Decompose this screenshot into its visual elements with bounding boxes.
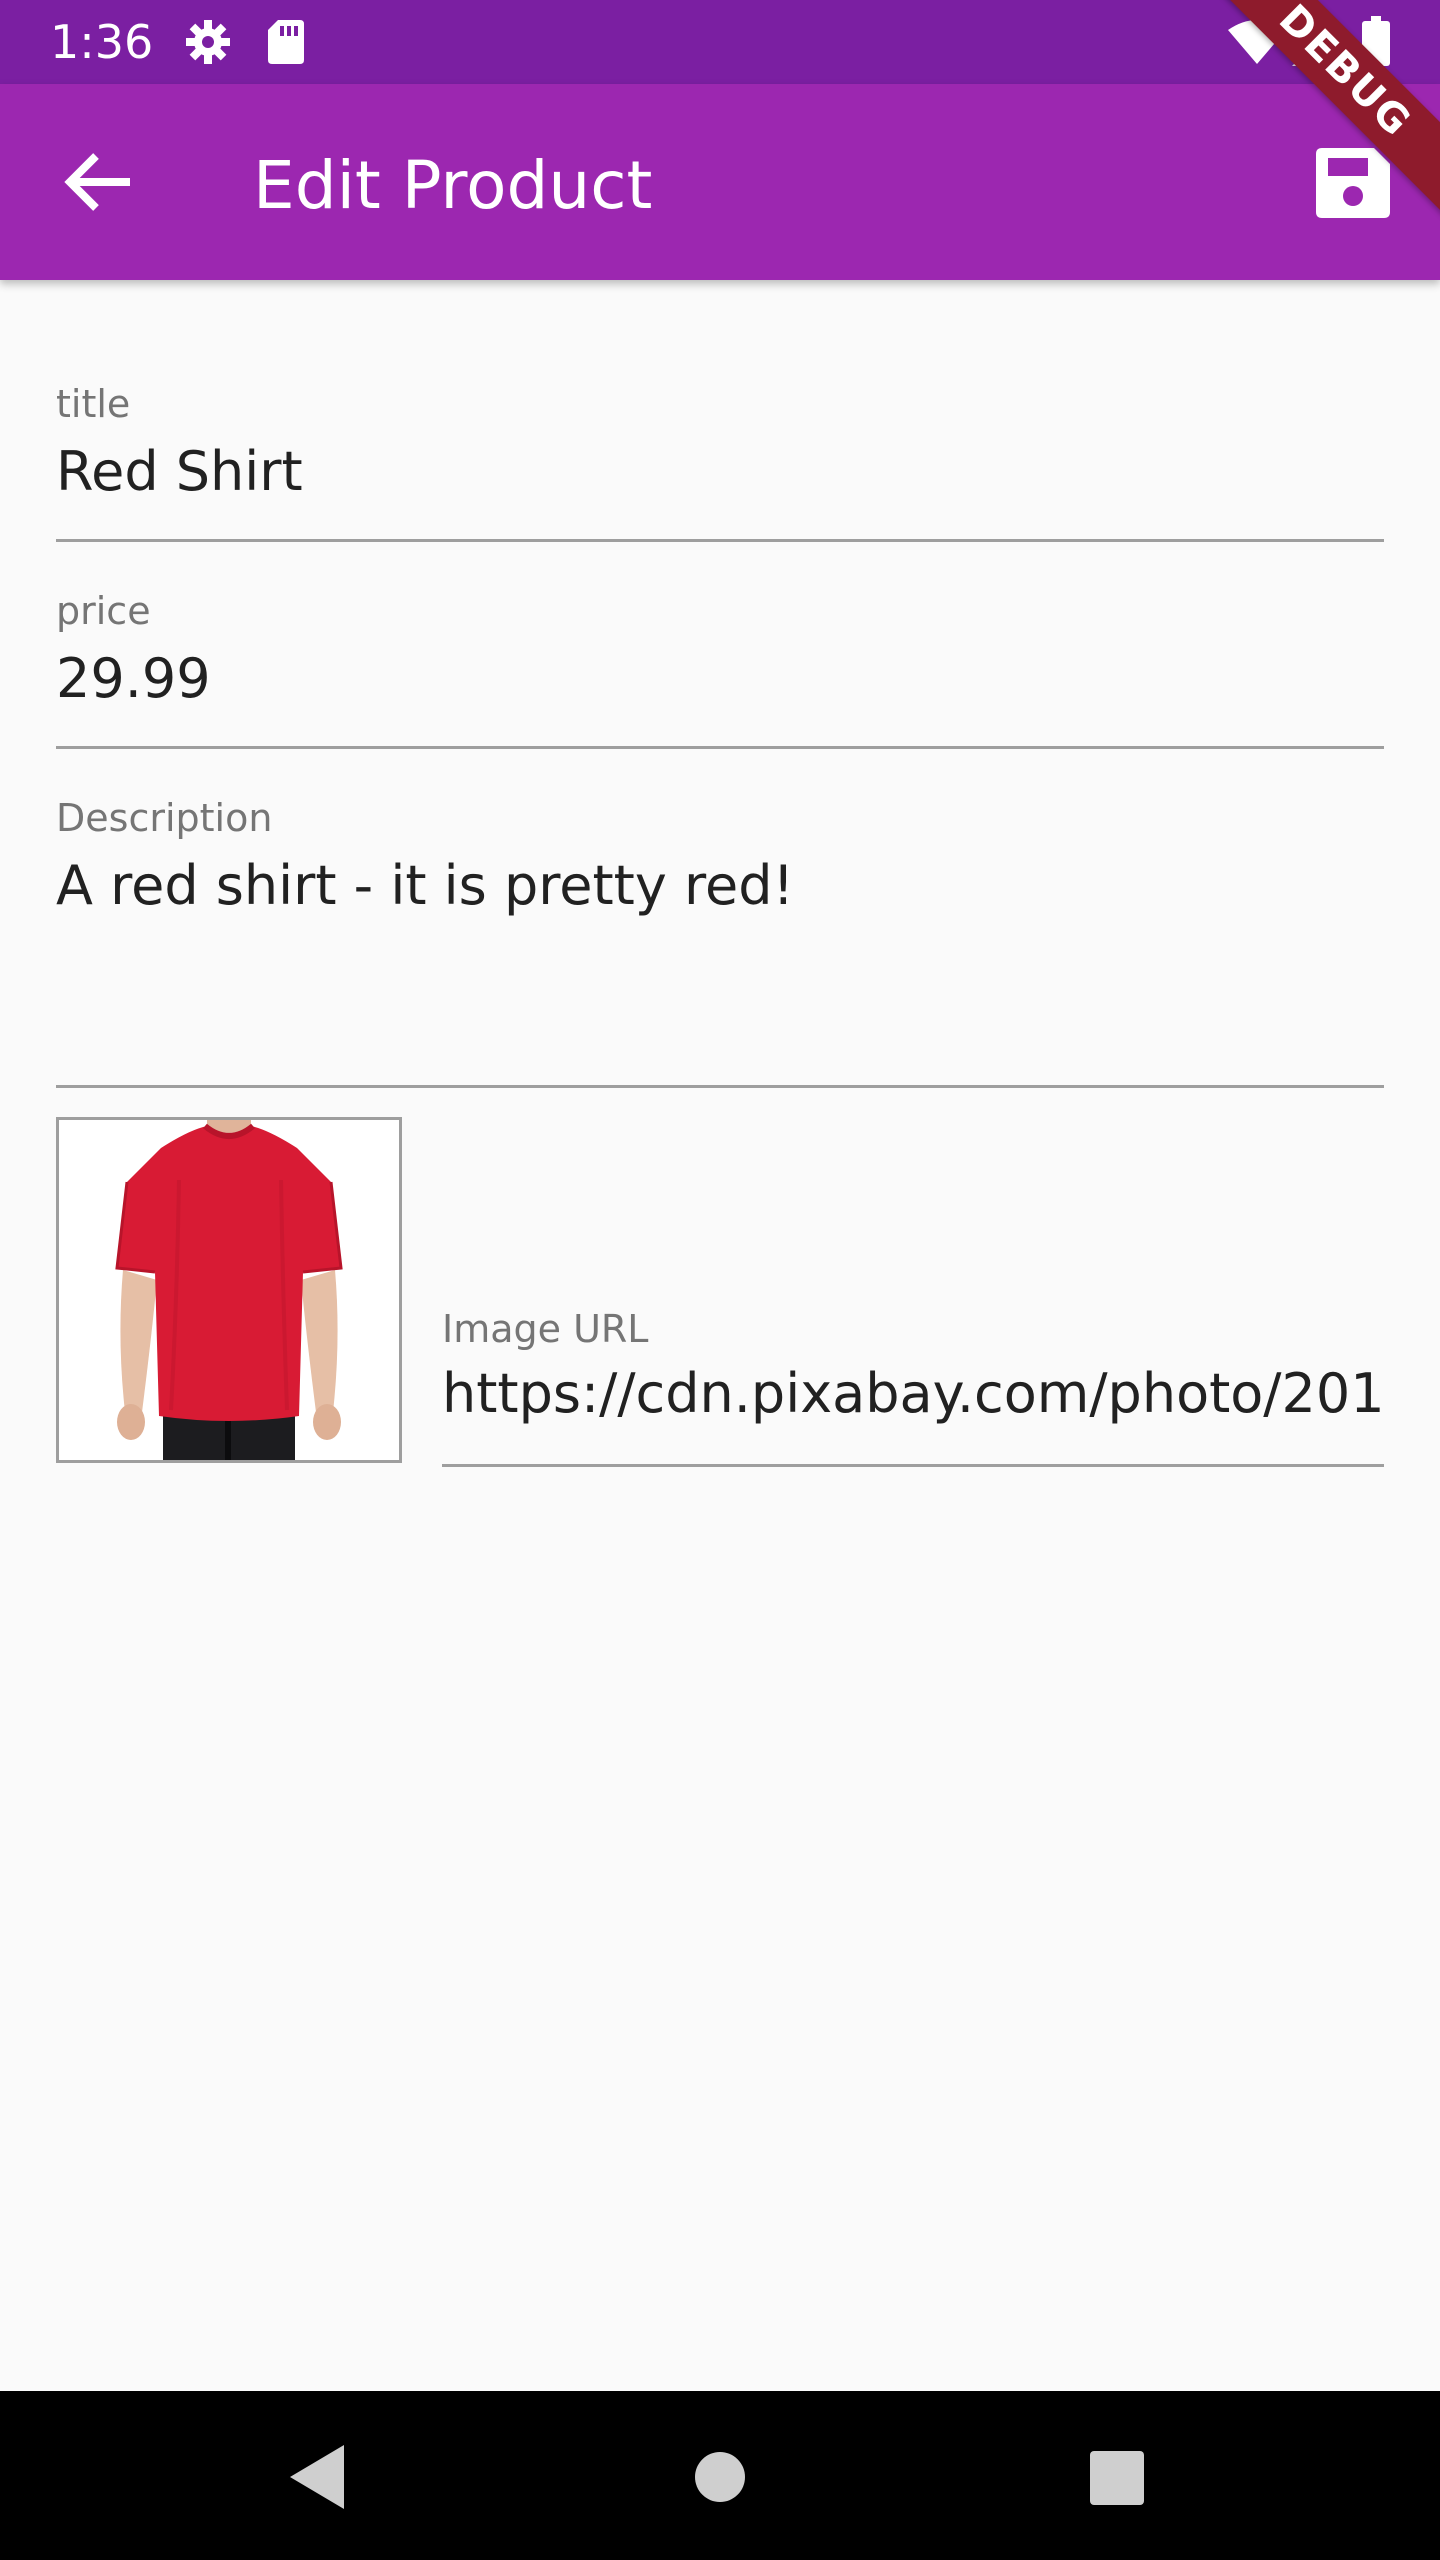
arrow-back-icon (48, 153, 152, 238)
price-field-label: price (56, 589, 151, 633)
image-url-field-underline (442, 1464, 1384, 1467)
product-image-preview (56, 1117, 402, 1463)
status-time: 1:36 (50, 15, 154, 69)
app-bar: Edit Product (0, 84, 1440, 280)
title-field[interactable]: title Red Shirt (56, 380, 1384, 545)
home-circle-icon[interactable] (694, 2451, 746, 2507)
description-field-value[interactable]: A red shirt - it is pretty red! (56, 851, 794, 921)
system-nav-bar (0, 2391, 1440, 2560)
price-field[interactable]: price 29.99 (56, 587, 1384, 752)
red-shirt-image (59, 1120, 399, 1460)
sd-card-icon (266, 18, 306, 70)
back-button[interactable] (48, 130, 152, 234)
description-field[interactable]: Description A red shirt - it is pretty r… (56, 794, 1384, 1089)
image-url-field-label: Image URL (442, 1307, 649, 1351)
edit-product-screen: 1:36 Edit Product DEBUG title Red Shirt … (0, 0, 1440, 2560)
back-triangle-icon[interactable] (290, 2445, 344, 2513)
title-field-label: title (56, 382, 131, 426)
title-field-underline (56, 539, 1384, 542)
settings-icon (184, 18, 232, 70)
title-field-value[interactable]: Red Shirt (56, 437, 303, 507)
recents-square-icon[interactable] (1090, 2451, 1144, 2509)
description-field-underline (56, 1085, 1384, 1088)
image-url-field-value[interactable]: https://cdn.pixabay.com/photo/2016/1 (442, 1359, 1384, 1429)
save-icon (1300, 148, 1404, 238)
page-title: Edit Product (253, 147, 653, 224)
price-field-underline (56, 746, 1384, 749)
price-field-value[interactable]: 29.99 (56, 644, 211, 714)
status-bar: 1:36 (0, 0, 1440, 84)
image-url-field[interactable]: Image URL https://cdn.pixabay.com/photo/… (442, 1305, 1384, 1470)
description-field-label: Description (56, 796, 273, 840)
